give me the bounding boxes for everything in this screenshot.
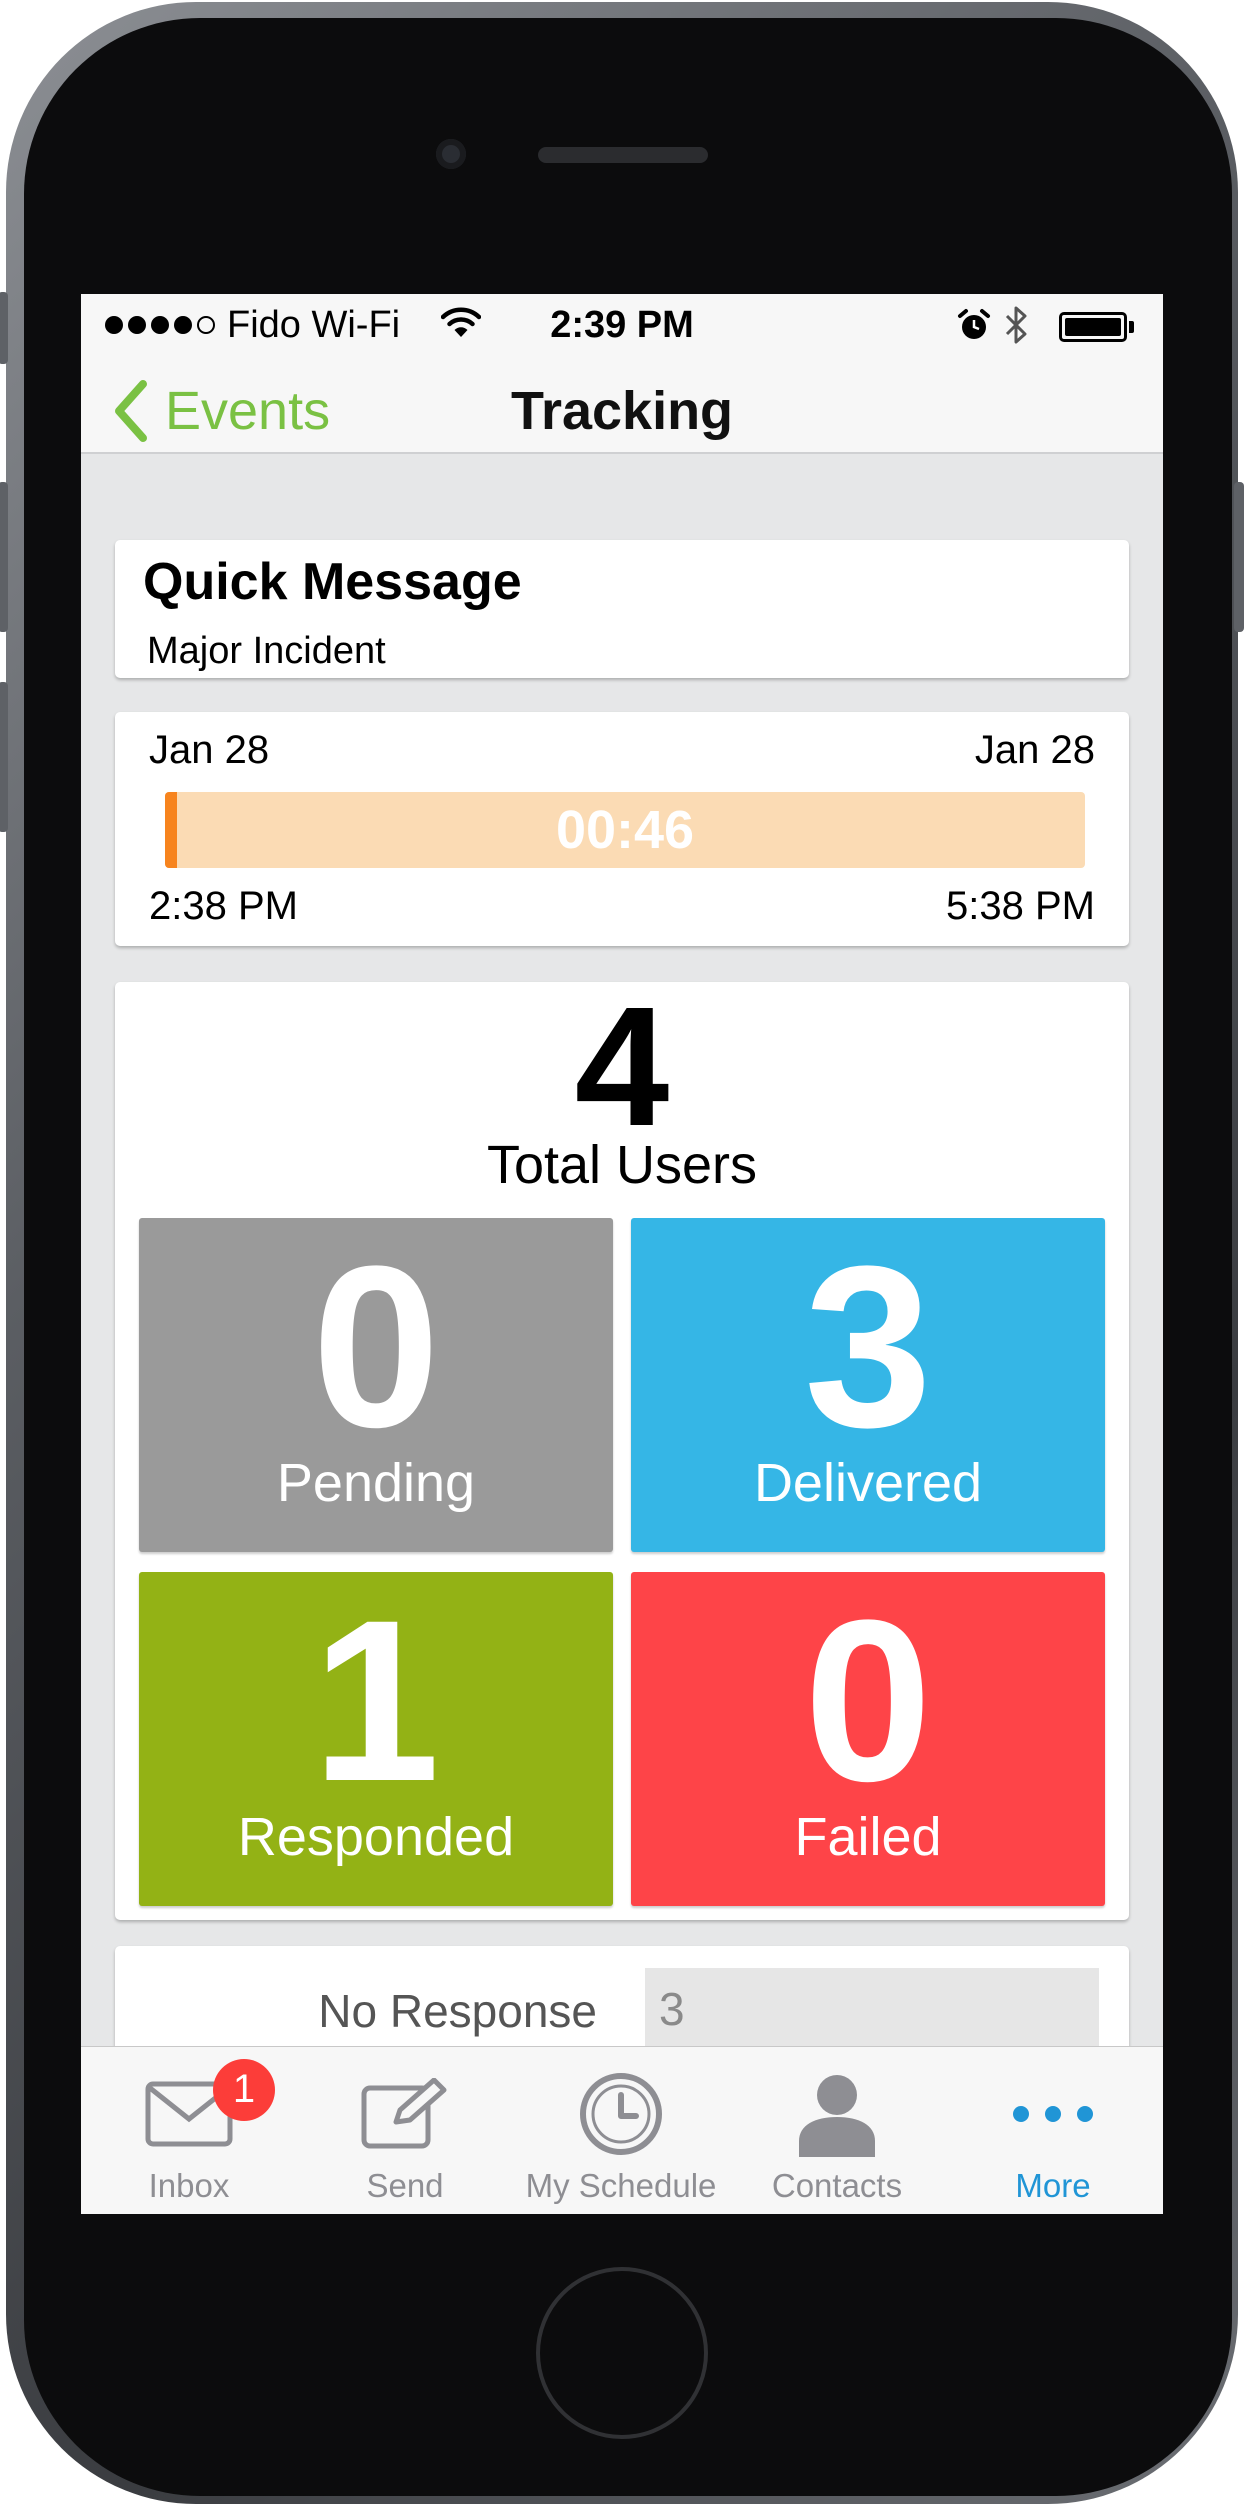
tab-inbox[interactable]: 1 Inbox [81, 2047, 297, 2214]
battery-icon [1059, 312, 1127, 342]
tab-more[interactable]: More [945, 2047, 1161, 2214]
power-button [1234, 482, 1244, 632]
status-bar: Fido Wi-Fi 2:39 PM [81, 294, 1163, 356]
end-date: Jan 28 [974, 728, 1095, 772]
end-time: 5:38 PM [946, 884, 1095, 928]
more-icon [1013, 2106, 1093, 2122]
tab-my-schedule-label: My Schedule [525, 2167, 717, 2204]
responded-count: 1 [312, 1572, 440, 1829]
volume-down-button [0, 682, 8, 832]
app-screen: Fido Wi-Fi 2:39 PM Events Tracking Quick [81, 294, 1163, 2214]
delivered-tile[interactable]: 3 Delivered [631, 1218, 1105, 1552]
tab-bar: 1 Inbox Send My Schedule Contacts More [81, 2046, 1163, 2214]
no-response-label: No Response [318, 1985, 597, 2037]
tab-my-schedule[interactable]: My Schedule [513, 2047, 729, 2214]
delivered-count: 3 [804, 1218, 932, 1475]
start-time: 2:38 PM [149, 884, 298, 928]
battery-tip [1129, 321, 1134, 333]
tab-contacts[interactable]: Contacts [729, 2047, 945, 2214]
total-users-count: 4 [574, 972, 670, 1162]
pending-count: 0 [312, 1218, 440, 1475]
responded-tile[interactable]: 1 Responded [139, 1572, 613, 1906]
message-title: Quick Message [143, 553, 522, 611]
home-button[interactable] [536, 2267, 708, 2439]
earpiece-speaker [538, 147, 708, 163]
failed-label: Failed [794, 1807, 942, 1867]
mute-switch [0, 292, 8, 364]
tab-more-label: More [1015, 2167, 1091, 2204]
compose-icon [361, 2078, 447, 2149]
bluetooth-icon [1005, 306, 1027, 344]
volume-up-button [0, 482, 8, 632]
tab-send-label: Send [366, 2167, 444, 2204]
responded-label: Responded [237, 1807, 515, 1867]
timeline-card: Jan 28 Jan 28 00:46 2:38 PM 5:38 PM [115, 712, 1129, 946]
navigation-bar: Events Tracking [81, 356, 1163, 454]
clock-icon [580, 2073, 662, 2155]
total-users-label: Total Users [486, 1135, 758, 1195]
timeline-progress-bar: 00:46 [165, 792, 1085, 868]
failed-tile[interactable]: 0 Failed [631, 1572, 1105, 1906]
pending-tile[interactable]: 0 Pending [139, 1218, 613, 1552]
start-date: Jan 28 [149, 728, 270, 772]
status-time: 2:39 PM [550, 304, 694, 346]
alarm-icon [958, 309, 990, 339]
stats-card: 4 Total Users 0 Pending 3 Delivered 1 Re… [115, 982, 1129, 1920]
elapsed-time: 00:46 [555, 800, 695, 860]
front-camera [436, 139, 466, 169]
inbox-badge: 1 [213, 2059, 275, 2121]
pending-label: Pending [276, 1453, 476, 1513]
tab-send[interactable]: Send [297, 2047, 513, 2214]
tab-contacts-label: Contacts [771, 2167, 903, 2204]
person-icon [799, 2075, 875, 2157]
tab-inbox-label: Inbox [148, 2167, 230, 2204]
message-subtitle: Major Incident [147, 630, 386, 672]
failed-count: 0 [804, 1572, 932, 1829]
page-title: Tracking [510, 381, 734, 441]
delivered-label: Delivered [753, 1453, 983, 1513]
message-card: Quick Message Major Incident [115, 540, 1129, 678]
